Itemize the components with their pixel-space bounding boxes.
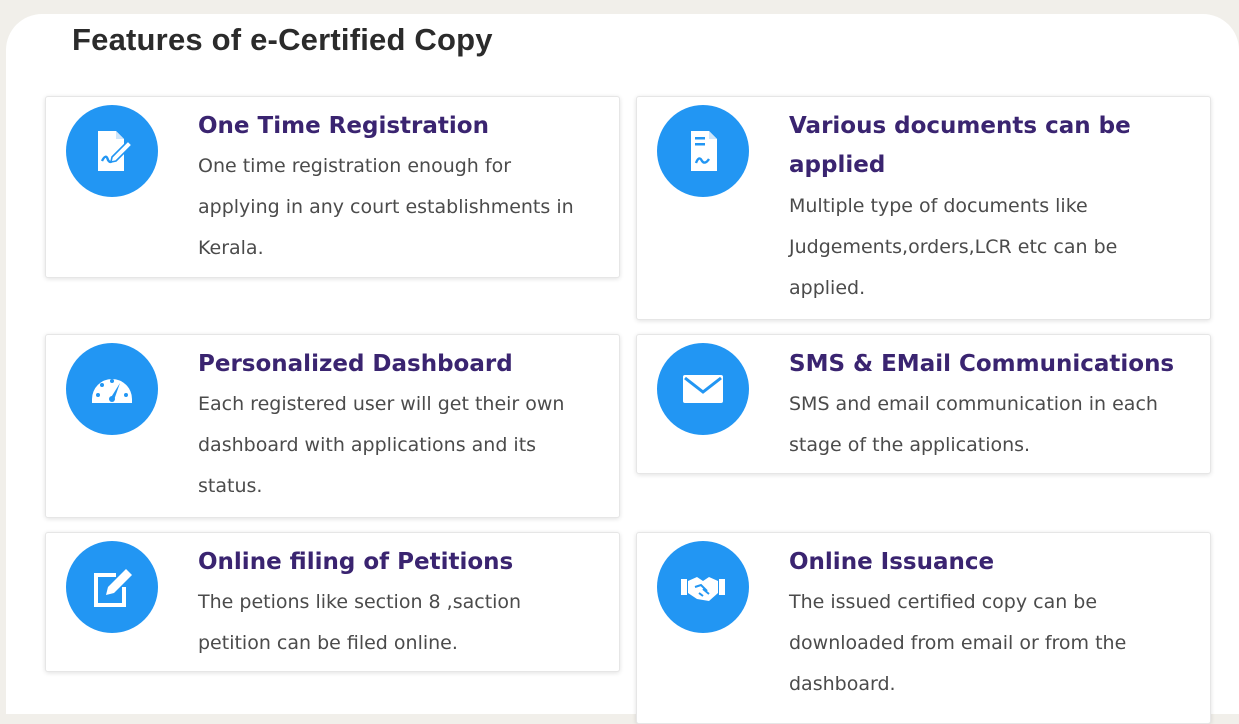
features-panel: Features of e-Certified Copy One Time Re…: [6, 14, 1239, 724]
feature-description: The issued certified copy can be downloa…: [789, 591, 1127, 695]
feature-card-one-time-registration: One Time Registration One time registrat…: [45, 96, 620, 278]
document-icon: [657, 105, 749, 197]
feature-card-sms-email: SMS & EMail Communications SMS and email…: [636, 334, 1211, 474]
edit-icon: [66, 541, 158, 633]
feature-description: Multiple type of documents like Judgemen…: [789, 195, 1118, 299]
feature-card-online-filing: Online filing of Petitions The petions l…: [45, 532, 620, 672]
feature-title: Personalized Dashboard: [198, 351, 513, 377]
signed-document-icon: [66, 105, 158, 197]
feature-title: One Time Registration: [198, 113, 489, 139]
feature-card-online-issuance: Online Issuance The issued certified cop…: [636, 532, 1211, 724]
feature-title: SMS & EMail Communications: [789, 351, 1175, 377]
dashboard-gauge-icon: [66, 343, 158, 435]
section-heading: Features of e-Certified Copy: [72, 22, 493, 57]
handshake-icon: [657, 541, 749, 633]
feature-description: SMS and email communication in each stag…: [789, 393, 1158, 456]
feature-title: Online Issuance: [789, 549, 995, 575]
feature-title: Online filing of Petitions: [198, 549, 514, 575]
feature-description: Each registered user will get their own …: [198, 393, 565, 497]
envelope-icon: [657, 343, 749, 435]
feature-description: One time registration enough for applyin…: [198, 155, 574, 259]
feature-card-various-documents: Various documents can be applied Multipl…: [636, 96, 1211, 320]
feature-card-personalized-dashboard: Personalized Dashboard Each registered u…: [45, 334, 620, 518]
feature-title: Various documents can be applied: [789, 113, 1131, 178]
feature-description: The petions like section 8 ,saction peti…: [198, 591, 522, 654]
